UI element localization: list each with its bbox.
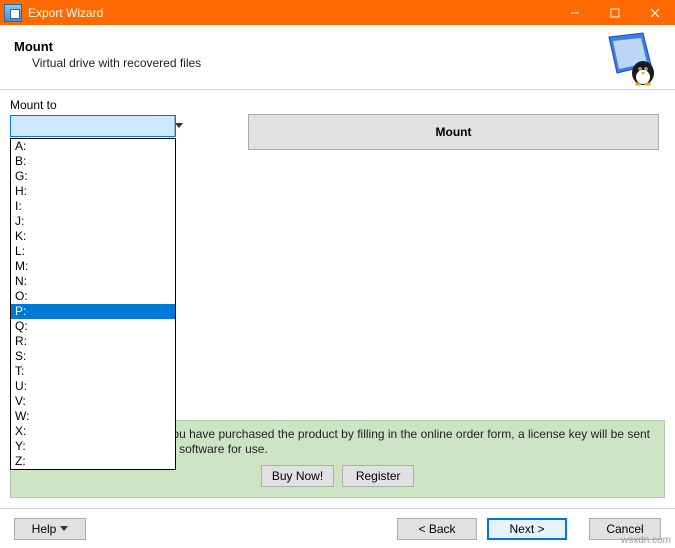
drive-option[interactable]: W: — [11, 409, 175, 424]
drive-option[interactable]: V: — [11, 394, 175, 409]
page-header: Mount Virtual drive with recovered files — [0, 25, 675, 89]
mount-to-label: Mount to — [10, 98, 659, 112]
mount-button[interactable]: Mount — [248, 114, 659, 150]
help-button[interactable]: Help — [14, 518, 86, 540]
drive-option[interactable]: H: — [11, 184, 175, 199]
next-label: Next > — [509, 522, 544, 536]
close-button[interactable] — [635, 0, 675, 25]
mount-to-input[interactable] — [11, 116, 174, 136]
mount-button-label: Mount — [436, 125, 472, 139]
drive-option[interactable]: B: — [11, 154, 175, 169]
drive-option[interactable]: R: — [11, 334, 175, 349]
drive-option[interactable]: L: — [11, 244, 175, 259]
watermark: wsxdn.com — [621, 535, 671, 546]
drive-option[interactable]: Q: — [11, 319, 175, 334]
drive-option[interactable]: O: — [11, 289, 175, 304]
drive-option[interactable]: N: — [11, 274, 175, 289]
app-icon — [4, 4, 22, 22]
maximize-button[interactable] — [595, 0, 635, 25]
drive-option[interactable]: T: — [11, 364, 175, 379]
chevron-down-icon — [60, 526, 68, 532]
drive-option[interactable]: Z: — [11, 454, 175, 469]
help-label: Help — [32, 522, 57, 536]
drive-option[interactable]: M: — [11, 259, 175, 274]
mount-to-combobox[interactable] — [10, 115, 176, 137]
window-title: Export Wizard — [28, 6, 555, 20]
drive-option[interactable]: P: — [11, 304, 175, 319]
back-label: < Back — [418, 522, 455, 536]
drive-option[interactable]: U: — [11, 379, 175, 394]
back-button[interactable]: < Back — [397, 518, 477, 540]
drive-option[interactable]: G: — [11, 169, 175, 184]
drive-option[interactable]: X: — [11, 424, 175, 439]
buy-now-button[interactable]: Buy Now! — [261, 465, 334, 487]
content-area: Mount to Mount A:B:G:H:I:J:K:L:M:N:O:P:Q… — [0, 90, 675, 137]
page-subtitle: Virtual drive with recovered files — [32, 56, 655, 70]
drive-option[interactable]: A: — [11, 139, 175, 154]
wizard-penguin-icon — [601, 31, 657, 87]
drive-option[interactable]: K: — [11, 229, 175, 244]
drive-option[interactable]: Y: — [11, 439, 175, 454]
drive-option[interactable]: S: — [11, 349, 175, 364]
buy-now-label: Buy Now! — [272, 469, 323, 483]
cancel-label: Cancel — [606, 522, 643, 536]
mount-to-dropdown-list[interactable]: A:B:G:H:I:J:K:L:M:N:O:P:Q:R:S:T:U:V:W:X:… — [10, 138, 176, 470]
register-button[interactable]: Register — [342, 465, 414, 487]
drive-option[interactable]: I: — [11, 199, 175, 214]
footer: Help < Back Next > Cancel — [0, 508, 675, 548]
chevron-down-icon[interactable] — [174, 116, 183, 136]
next-button[interactable]: Next > — [487, 518, 567, 540]
minimize-button[interactable] — [555, 0, 595, 25]
drive-option[interactable]: J: — [11, 214, 175, 229]
titlebar: Export Wizard — [0, 0, 675, 25]
register-label: Register — [356, 469, 401, 483]
page-title: Mount — [14, 39, 655, 54]
